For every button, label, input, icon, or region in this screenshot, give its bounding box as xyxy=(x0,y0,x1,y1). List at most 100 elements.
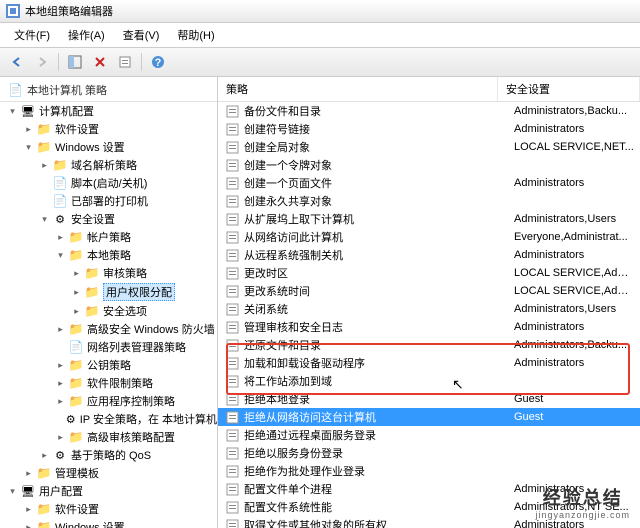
show-hide-button[interactable] xyxy=(64,51,86,73)
policy-row[interactable]: 配置文件系统性能Administrators,NT SE... xyxy=(218,498,640,516)
policy-row[interactable]: 拒绝作为批处理作业登录 xyxy=(218,462,640,480)
expander-none xyxy=(54,413,64,426)
policy-icon xyxy=(224,265,240,281)
policy-icon xyxy=(224,283,240,299)
tree-node[interactable]: ▾Windows 设置 xyxy=(0,138,217,156)
expand-icon[interactable]: ▸ xyxy=(54,231,67,244)
tree-node[interactable]: IP 安全策略，在 本地计算机 xyxy=(0,410,217,428)
tree-node[interactable]: ▸ 应用程序控制策略 xyxy=(0,392,217,410)
policy-row[interactable]: 拒绝从网络访问这台计算机Guest xyxy=(218,408,640,426)
security-setting: Administrators,Backu... xyxy=(514,339,640,351)
expand-icon[interactable]: ▸ xyxy=(54,359,67,372)
expand-icon[interactable]: ▸ xyxy=(54,431,67,444)
expand-icon[interactable]: ▸ xyxy=(38,449,51,462)
policy-row[interactable]: 创建一个令牌对象 xyxy=(218,156,640,174)
tree-node[interactable]: ▸ 公钥策略 xyxy=(0,356,217,374)
collapse-icon[interactable]: ▾ xyxy=(6,485,19,498)
tree-node[interactable]: ▾本地策略 xyxy=(0,246,217,264)
folder-icon xyxy=(68,357,84,373)
tree-label: 应用程序控制策略 xyxy=(87,393,175,409)
tree-label: 公钥策略 xyxy=(87,357,131,373)
tree-label: 软件限制策略 xyxy=(87,375,153,391)
policy-row[interactable]: 备份文件和目录Administrators,Backu... xyxy=(218,102,640,120)
expand-icon[interactable]: ▸ xyxy=(22,123,35,136)
properties-button[interactable] xyxy=(114,51,136,73)
tree-node[interactable]: ▸管理模板 xyxy=(0,464,217,482)
tree-node[interactable]: ▸高级安全 Windows 防火墙 xyxy=(0,320,217,338)
forward-button[interactable] xyxy=(31,51,53,73)
tree-header[interactable]: 本地计算机 策略 xyxy=(0,79,217,102)
tree-node[interactable]: 脚本(启动/关机) xyxy=(0,174,217,192)
tree-node[interactable]: ▸域名解析策略 xyxy=(0,156,217,174)
expand-icon[interactable]: ▸ xyxy=(54,395,67,408)
policy-row[interactable]: 拒绝通过远程桌面服务登录 xyxy=(218,426,640,444)
collapse-icon[interactable]: ▾ xyxy=(6,105,19,118)
menu-view[interactable]: 查看(V) xyxy=(115,25,168,45)
menu-action[interactable]: 操作(A) xyxy=(60,25,113,45)
tree-node[interactable]: ▾计算机配置 xyxy=(0,102,217,120)
policy-row[interactable]: 创建一个页面文件Administrators xyxy=(218,174,640,192)
help-button[interactable]: ? xyxy=(147,51,169,73)
policy-icon xyxy=(224,373,240,389)
tree-node[interactable]: ▸高级审核策略配置 xyxy=(0,428,217,446)
menu-file[interactable]: 文件(F) xyxy=(6,25,58,45)
policy-row[interactable]: 创建永久共享对象 xyxy=(218,192,640,210)
policy-row[interactable]: 从网络访问此计算机Everyone,Administrat... xyxy=(218,228,640,246)
page-icon xyxy=(52,193,68,209)
tree-node[interactable]: ▸软件设置 xyxy=(0,500,217,518)
tree-node[interactable]: ▸用户权限分配 xyxy=(0,282,217,302)
tree-node[interactable]: ▸帐户策略 xyxy=(0,228,217,246)
collapse-icon[interactable]: ▾ xyxy=(38,213,51,226)
page-icon xyxy=(68,339,84,355)
expand-icon[interactable]: ▸ xyxy=(22,521,35,528)
policy-row[interactable]: 将工作站添加到域 xyxy=(218,372,640,390)
list-pane[interactable]: 策略 安全设置 备份文件和目录Administrators,Backu...创建… xyxy=(218,77,640,528)
collapse-icon[interactable]: ▾ xyxy=(54,249,67,262)
tree-node[interactable]: ▸审核策略 xyxy=(0,264,217,282)
root-icon xyxy=(8,85,23,97)
expand-icon[interactable]: ▸ xyxy=(54,323,67,336)
policy-row[interactable]: 取得文件或其他对象的所有权Administrators xyxy=(218,516,640,528)
policy-row[interactable]: 更改时区LOCAL SERVICE,Admi... xyxy=(218,264,640,282)
security-setting: Administrators xyxy=(514,483,640,495)
policy-row[interactable]: 还原文件和目录Administrators,Backu... xyxy=(218,336,640,354)
policy-row[interactable]: 从远程系统强制关机Administrators xyxy=(218,246,640,264)
expand-icon[interactable]: ▸ xyxy=(22,467,35,480)
col-security[interactable]: 安全设置 xyxy=(498,77,640,101)
tree-node[interactable]: 已部署的打印机 xyxy=(0,192,217,210)
tree-pane[interactable]: 本地计算机 策略 ▾计算机配置▸软件设置▾Windows 设置▸域名解析策略脚本… xyxy=(0,77,218,528)
policy-row[interactable]: 拒绝本地登录Guest xyxy=(218,390,640,408)
delete-button[interactable] xyxy=(89,51,111,73)
tree-node[interactable]: ▸ 软件限制策略 xyxy=(0,374,217,392)
expand-icon[interactable]: ▸ xyxy=(54,377,67,390)
back-button[interactable] xyxy=(6,51,28,73)
expand-icon[interactable]: ▸ xyxy=(22,503,35,516)
menu-help[interactable]: 帮助(H) xyxy=(169,25,222,45)
tree-node[interactable]: 网络列表管理器策略 xyxy=(0,338,217,356)
policy-row[interactable]: 创建全局对象LOCAL SERVICE,NET... xyxy=(218,138,640,156)
tree-node[interactable]: ▸安全选项 xyxy=(0,302,217,320)
tree-node[interactable]: ▸基于策略的 QoS xyxy=(0,446,217,464)
tree-label: 已部署的打印机 xyxy=(71,193,148,209)
col-policy[interactable]: 策略 xyxy=(218,77,498,101)
policy-name: 关闭系统 xyxy=(244,301,514,317)
policy-icon xyxy=(224,157,240,173)
tree-node[interactable]: ▾用户配置 xyxy=(0,482,217,500)
tree-node[interactable]: ▾安全设置 xyxy=(0,210,217,228)
policy-row[interactable]: 关闭系统Administrators,Users xyxy=(218,300,640,318)
policy-row[interactable]: 加载和卸载设备驱动程序Administrators xyxy=(218,354,640,372)
tree-node[interactable]: ▸软件设置 xyxy=(0,120,217,138)
policy-row[interactable]: 拒绝以服务身份登录 xyxy=(218,444,640,462)
expand-icon[interactable]: ▸ xyxy=(70,267,83,280)
page-icon xyxy=(52,175,68,191)
policy-row[interactable]: 更改系统时间LOCAL SERVICE,Admi... xyxy=(218,282,640,300)
expand-icon[interactable]: ▸ xyxy=(70,305,83,318)
expand-icon[interactable]: ▸ xyxy=(38,159,51,172)
tree-node[interactable]: ▸Windows 设置 xyxy=(0,518,217,528)
expand-icon[interactable]: ▸ xyxy=(70,286,83,299)
policy-row[interactable]: 创建符号链接Administrators xyxy=(218,120,640,138)
policy-row[interactable]: 管理审核和安全日志Administrators xyxy=(218,318,640,336)
policy-row[interactable]: 配置文件单个进程Administrators xyxy=(218,480,640,498)
collapse-icon[interactable]: ▾ xyxy=(22,141,35,154)
policy-row[interactable]: 从扩展坞上取下计算机Administrators,Users xyxy=(218,210,640,228)
